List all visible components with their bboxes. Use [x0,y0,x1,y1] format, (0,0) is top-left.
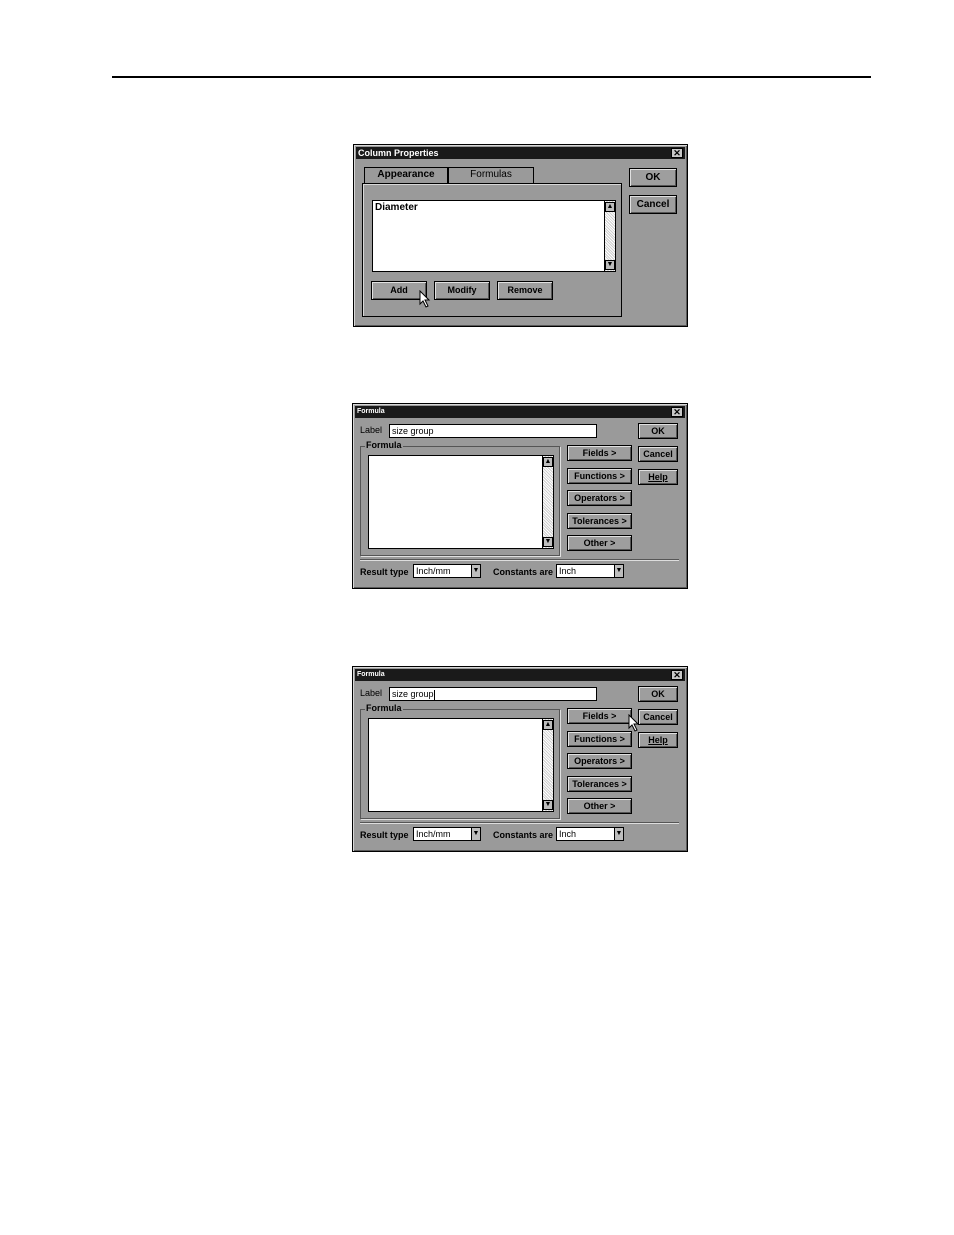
add-button-label: Add [390,285,408,295]
up-arrow-icon[interactable]: ▲ [605,202,615,212]
dialog-titlebar: Column Properties ✕ [356,147,685,159]
formula-group-label: Formula [365,703,403,713]
cancel-button[interactable]: Cancel [638,709,678,725]
ok-button[interactable]: OK [638,686,678,702]
divider [360,559,679,560]
down-arrow-icon[interactable]: ▼ [543,537,553,547]
chevron-down-icon[interactable]: ▼ [471,565,480,577]
list-item[interactable]: Diameter [375,202,418,213]
dialog-titlebar: Formula ✕ [355,406,685,418]
close-icon[interactable]: ✕ [671,407,683,417]
cancel-button-label: Cancel [643,449,673,459]
cancel-button[interactable]: Cancel [629,195,677,214]
formula-dialog-2: Formula ✕ Label size group Formula ▲ ▼ F… [352,666,688,852]
modify-button[interactable]: Modify [434,281,490,300]
tab-formulas[interactable]: Formulas [448,167,534,183]
tab-appearance[interactable]: Appearance [364,167,448,183]
dialog-title: Formula [357,408,385,415]
tolerances-button-label: Tolerances > [572,516,627,526]
functions-button[interactable]: Functions > [567,468,632,484]
other-button[interactable]: Other > [567,798,632,814]
down-arrow-icon[interactable]: ▼ [543,800,553,810]
constants-caption: Constants are [493,567,554,577]
label-caption: Label [360,688,383,698]
formula-editor[interactable]: ▲ ▼ [368,718,554,812]
text-caret [433,689,435,700]
operators-button[interactable]: Operators > [567,753,632,769]
help-button[interactable]: Help [638,469,678,485]
column-properties-dialog: Column Properties ✕ Appearance Formulas … [353,144,688,327]
label-input[interactable]: size group [389,687,597,701]
cancel-button-label: Cancel [636,199,670,210]
formula-group-label: Formula [365,440,403,450]
formula-dialog: Formula ✕ Label size group Formula ▲ ▼ F… [352,403,688,589]
cancel-button[interactable]: Cancel [638,446,678,462]
chevron-down-icon[interactable]: ▼ [471,828,480,840]
fields-button-label: Fields > [582,711,617,721]
formula-scrollbar[interactable]: ▲ ▼ [542,719,553,811]
help-button-label: Help [648,735,668,745]
functions-button-label: Functions > [574,471,625,481]
functions-button[interactable]: Functions > [567,731,632,747]
other-button-label: Other > [583,538,616,548]
help-button-label: Help [648,472,668,482]
functions-button-label: Functions > [574,734,625,744]
tolerances-button[interactable]: Tolerances > [567,776,632,792]
label-input-value: size group [392,689,434,699]
other-button[interactable]: Other > [567,535,632,551]
help-button[interactable]: Help [638,732,678,748]
fields-button-label: Fields > [582,448,617,458]
close-icon[interactable]: ✕ [671,148,683,158]
constants-value: Inch [559,566,577,576]
close-icon[interactable]: ✕ [671,670,683,680]
formula-group: Formula ▲ ▼ [360,703,560,819]
remove-button-label: Remove [507,285,543,295]
formula-list[interactable]: Diameter ▲ ▼ [372,200,616,272]
dialog-title: Column Properties [358,148,439,158]
formulas-tab-panel: Diameter ▲ ▼ Add Modify Remove [362,183,622,317]
other-button-label: Other > [583,801,616,811]
divider [360,822,679,823]
page-header-rule [112,76,871,78]
ok-button-label: OK [645,172,661,183]
constants-select[interactable]: Inch ▼ [556,827,624,841]
up-arrow-icon[interactable]: ▲ [543,457,553,467]
dialog-title: Formula [357,671,385,678]
down-arrow-icon[interactable]: ▼ [605,260,615,270]
result-type-value: Inch/mm [416,566,451,576]
result-type-caption: Result type [360,567,409,577]
fields-button[interactable]: Fields > [567,708,632,724]
fields-button[interactable]: Fields > [567,445,632,461]
operators-button-label: Operators > [574,493,625,503]
result-type-select[interactable]: Inch/mm ▼ [413,564,481,578]
operators-button[interactable]: Operators > [567,490,632,506]
constants-select[interactable]: Inch ▼ [556,564,624,578]
formula-editor[interactable]: ▲ ▼ [368,455,554,549]
operators-button-label: Operators > [574,756,625,766]
ok-button[interactable]: OK [638,423,678,439]
formula-group: Formula ▲ ▼ [360,440,560,556]
dialog-titlebar: Formula ✕ [355,669,685,681]
formula-scrollbar[interactable]: ▲ ▼ [542,456,553,548]
chevron-down-icon[interactable]: ▼ [614,565,623,577]
ok-button-label: OK [651,426,665,436]
modify-button-label: Modify [447,285,477,295]
ok-button-label: OK [651,689,665,699]
result-type-select[interactable]: Inch/mm ▼ [413,827,481,841]
constants-value: Inch [559,829,577,839]
mouse-pointer-icon [419,290,431,308]
result-type-value: Inch/mm [416,829,451,839]
cancel-button-label: Cancel [643,712,673,722]
remove-button[interactable]: Remove [497,281,553,300]
up-arrow-icon[interactable]: ▲ [543,720,553,730]
label-caption: Label [360,425,383,435]
tolerances-button[interactable]: Tolerances > [567,513,632,529]
tolerances-button-label: Tolerances > [572,779,627,789]
constants-caption: Constants are [493,830,554,840]
ok-button[interactable]: OK [629,168,677,187]
result-type-caption: Result type [360,830,409,840]
list-scrollbar[interactable]: ▲ ▼ [604,201,615,271]
label-input[interactable]: size group [389,424,597,438]
chevron-down-icon[interactable]: ▼ [614,828,623,840]
